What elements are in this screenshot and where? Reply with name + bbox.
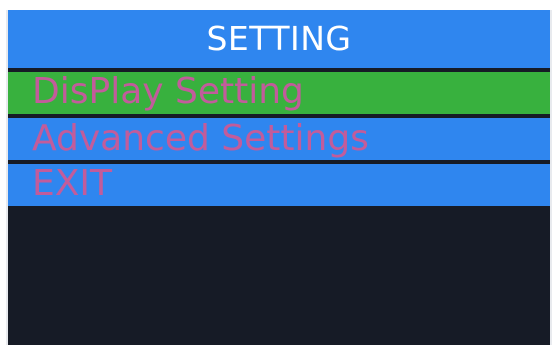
menu-item-label: DisPlay Setting	[32, 72, 304, 112]
page-title: SETTING	[8, 10, 550, 68]
menu-item-label: Advanced Settings	[32, 118, 369, 159]
settings-screen: SETTING DisPlay Setting Advanced Setting…	[6, 10, 552, 345]
menu-item-exit[interactable]: EXIT	[8, 164, 550, 206]
menu-item-advanced-settings[interactable]: Advanced Settings	[8, 118, 550, 160]
menu-item-display-setting[interactable]: DisPlay Setting	[8, 72, 550, 114]
menu-item-label: EXIT	[32, 164, 113, 204]
empty-content-area	[8, 206, 550, 345]
